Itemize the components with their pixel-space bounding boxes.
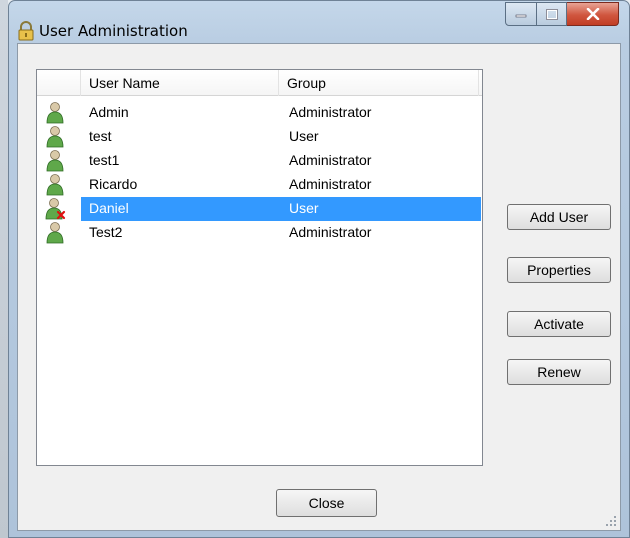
add-user-button[interactable]: Add User <box>507 204 611 230</box>
user-list[interactable]: User Name Group Admin Administrator test… <box>36 69 483 466</box>
user-row-daniel[interactable]: Daniel User <box>37 197 482 221</box>
list-header: User Name Group <box>37 70 482 96</box>
window-title: User Administration <box>39 22 188 40</box>
properties-button[interactable]: Properties <box>507 257 611 283</box>
user-icon <box>46 126 64 148</box>
title-bar[interactable]: User Administration <box>9 1 629 41</box>
user-row-admin[interactable]: Admin Administrator <box>37 101 482 125</box>
user-row-test1[interactable]: test1 Administrator <box>37 149 482 173</box>
user-name: test <box>89 128 112 144</box>
maximize-icon <box>545 8 558 20</box>
minimize-button[interactable] <box>505 2 537 26</box>
activate-button[interactable]: Activate <box>507 311 611 337</box>
user-icon <box>46 150 64 172</box>
renew-button[interactable]: Renew <box>507 359 611 385</box>
user-name: Admin <box>89 104 129 120</box>
header-group[interactable]: Group <box>279 70 479 96</box>
close-window-button[interactable] <box>567 2 619 26</box>
user-group: Administrator <box>289 152 372 168</box>
lock-icon <box>18 21 34 41</box>
user-group: User <box>289 128 319 144</box>
user-icon <box>46 222 64 244</box>
user-row-test[interactable]: test User <box>37 125 482 149</box>
user-row-ricardo[interactable]: Ricardo Administrator <box>37 173 482 197</box>
resize-grip-icon[interactable] <box>605 515 617 527</box>
background-window <box>0 0 8 538</box>
user-administration-window: User Administration User Name Group Admi… <box>8 0 630 538</box>
user-disabled-icon <box>45 198 66 220</box>
user-name: Test2 <box>89 224 123 240</box>
maximize-button[interactable] <box>537 2 567 26</box>
header-user-name[interactable]: User Name <box>81 70 279 96</box>
user-group: Administrator <box>289 104 372 120</box>
user-name: test1 <box>89 152 120 168</box>
dialog-client-area: User Name Group Admin Administrator test… <box>17 43 621 531</box>
selection-highlight <box>81 197 481 221</box>
close-button[interactable]: Close <box>276 489 377 517</box>
user-row-test2[interactable]: Test2 Administrator <box>37 221 482 245</box>
user-name: Ricardo <box>89 176 138 192</box>
user-icon <box>46 174 64 196</box>
user-name: Daniel <box>89 200 129 216</box>
user-group: User <box>289 200 319 216</box>
user-icon <box>46 102 64 124</box>
close-icon <box>586 8 599 20</box>
user-group: Administrator <box>289 176 372 192</box>
minimize-icon <box>515 14 527 18</box>
user-group: Administrator <box>289 224 372 240</box>
header-icon-column[interactable] <box>37 70 81 96</box>
